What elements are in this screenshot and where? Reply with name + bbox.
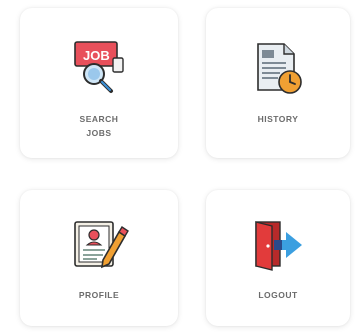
history-label: HISTORY <box>257 114 299 124</box>
history-document-clock-icon <box>257 43 302 94</box>
search-jobs-label-line1: SEARCH <box>79 114 119 124</box>
logout-label: LOGOUT <box>258 290 298 300</box>
search-jobs-tile[interactable]: JOB SEARCH JOBS <box>20 8 178 158</box>
logout-door-arrow-icon <box>255 221 302 271</box>
profile-label: PROFILE <box>78 290 120 300</box>
history-tile[interactable]: HISTORY <box>206 8 350 158</box>
search-jobs-label: SEARCH JOBS <box>80 112 119 140</box>
job-search-icon: JOB <box>74 41 124 93</box>
dashboard-grid: JOB SEARCH JOBS HISTORY PROFILE LOGOUT <box>0 0 358 336</box>
svg-text:JOB: JOB <box>83 48 110 63</box>
profile-tile[interactable]: PROFILE <box>20 190 178 326</box>
logout-tile[interactable]: LOGOUT <box>206 190 350 326</box>
profile-edit-icon <box>74 221 129 269</box>
search-jobs-label-line2: JOBS <box>86 128 112 138</box>
